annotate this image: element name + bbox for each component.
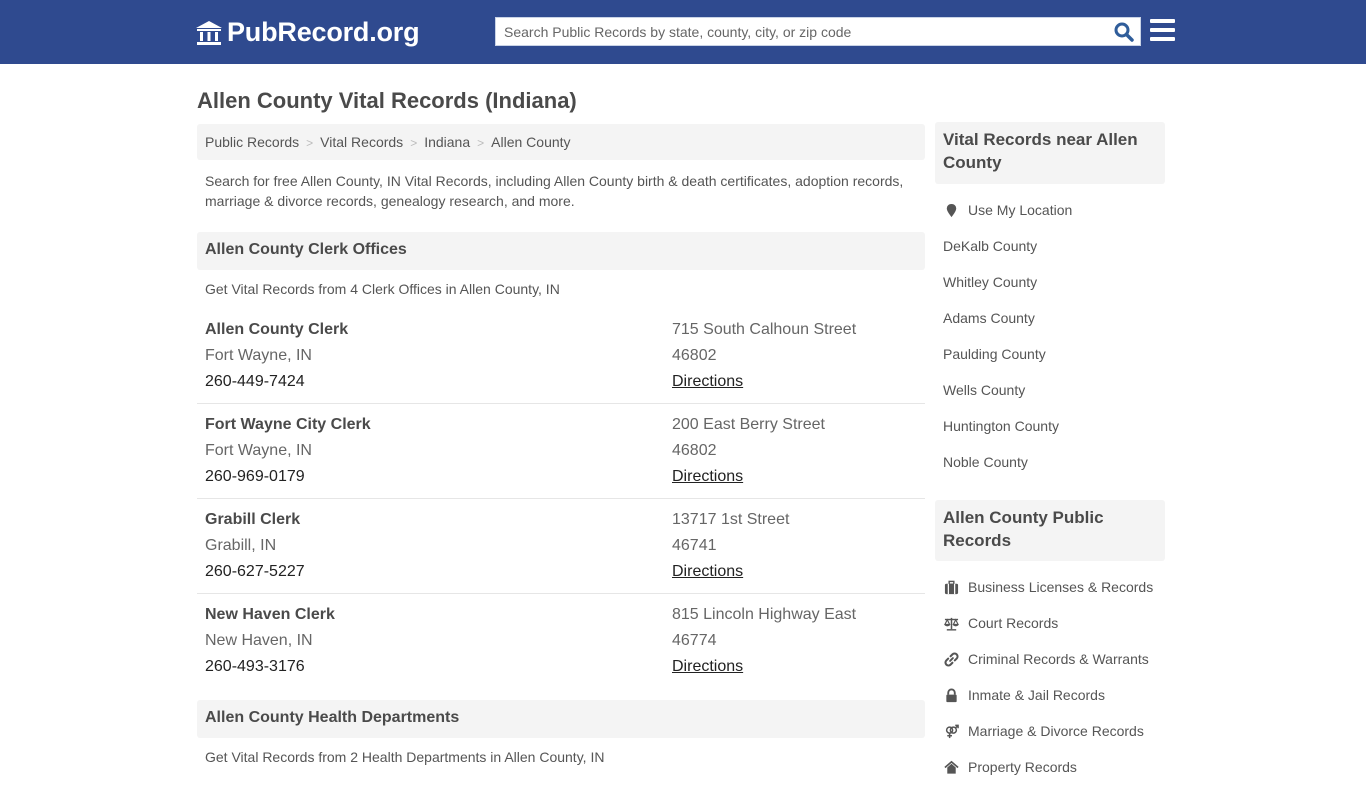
nearby-county-link[interactable]: Wells County: [943, 372, 1165, 408]
clerk-offices-heading: Allen County Clerk Offices: [197, 232, 925, 270]
office-phone[interactable]: 260-493-3176: [205, 654, 335, 680]
top-navbar: PubRecord.org: [0, 0, 1366, 64]
map-marker-icon: [943, 202, 960, 218]
office-name[interactable]: Fort Wayne City Clerk: [205, 412, 371, 438]
office-list-item: Grabill Clerk Grabill, IN 260-627-5227 1…: [197, 499, 925, 594]
nearby-county-link[interactable]: Huntington County: [943, 408, 1165, 444]
property-records-link[interactable]: Property Records: [943, 749, 1165, 785]
public-records-heading: Allen County Public Records: [935, 500, 1165, 561]
menu-bar: [1150, 19, 1175, 23]
office-address: 200 East Berry Street: [672, 416, 825, 433]
directions-link[interactable]: Directions: [672, 559, 789, 585]
hamburger-menu-button[interactable]: [1150, 19, 1175, 41]
office-phone[interactable]: 260-969-0179: [205, 464, 371, 490]
office-city: Fort Wayne, IN: [205, 347, 312, 364]
balance-scale-icon: [943, 615, 960, 631]
public-records-list: Business Licenses & Records Court Record…: [943, 569, 1165, 785]
nearby-county-link[interactable]: Whitley County: [943, 264, 1165, 300]
breadcrumb-separator: >: [306, 136, 314, 150]
office-name[interactable]: Grabill Clerk: [205, 507, 305, 533]
breadcrumb-separator: >: [410, 136, 418, 150]
brand-logo-link[interactable]: PubRecord.org: [195, 17, 420, 48]
marriage-divorce-records-label: Marriage & Divorce Records: [968, 723, 1144, 739]
directions-link[interactable]: Directions: [672, 654, 856, 680]
court-records-link[interactable]: Court Records: [943, 605, 1165, 641]
nearby-list: Use My Location DeKalb County Whitley Co…: [943, 192, 1165, 480]
search-input[interactable]: [496, 18, 1096, 45]
search-button[interactable]: [1112, 21, 1136, 43]
office-city: Fort Wayne, IN: [205, 442, 312, 459]
nearby-county-link[interactable]: Paulding County: [943, 336, 1165, 372]
clerk-offices-subtitle: Get Vital Records from 4 Clerk Offices i…: [205, 281, 560, 297]
office-address: 815 Lincoln Highway East: [672, 606, 857, 623]
menu-bar: [1150, 28, 1175, 32]
office-zip: 46802: [672, 442, 717, 459]
office-list-item: Allen County Clerk Fort Wayne, IN 260-44…: [197, 309, 925, 404]
inmate-jail-records-label: Inmate & Jail Records: [968, 687, 1105, 703]
breadcrumb-allen-county[interactable]: Allen County: [491, 134, 570, 150]
nearby-county-link[interactable]: DeKalb County: [943, 228, 1165, 264]
office-list-item: New Haven Clerk New Haven, IN 260-493-31…: [197, 594, 925, 689]
office-city: New Haven, IN: [205, 632, 313, 649]
search-box: [495, 17, 1141, 46]
health-departments-heading: Allen County Health Departments: [197, 700, 925, 738]
marriage-divorce-records-link[interactable]: Marriage & Divorce Records: [943, 713, 1165, 749]
inmate-jail-records-link[interactable]: Inmate & Jail Records: [943, 677, 1165, 713]
breadcrumb: Public Records > Vital Records > Indiana > All…: [197, 124, 925, 160]
office-name[interactable]: New Haven Clerk: [205, 602, 335, 628]
breadcrumb-separator: >: [477, 136, 485, 150]
page-title: Allen County Vital Records (Indiana): [197, 88, 577, 113]
health-departments-subtitle: Get Vital Records from 2 Health Departme…: [205, 749, 605, 765]
office-zip: 46774: [672, 632, 717, 649]
menu-bar: [1150, 37, 1175, 41]
lock-icon: [943, 687, 960, 703]
nearby-county-link[interactable]: Noble County: [943, 444, 1165, 480]
nearby-heading: Vital Records near Allen County: [935, 122, 1165, 184]
use-my-location-link[interactable]: Use My Location: [943, 192, 1165, 228]
office-phone[interactable]: 260-627-5227: [205, 559, 305, 585]
brand-name: PubRecord.org: [227, 17, 420, 47]
business-licenses-link[interactable]: Business Licenses & Records: [943, 569, 1165, 605]
office-city: Grabill, IN: [205, 537, 277, 554]
courthouse-icon: [196, 20, 222, 45]
office-list-item: Fort Wayne City Clerk Fort Wayne, IN 260…: [197, 404, 925, 499]
court-records-label: Court Records: [968, 615, 1059, 631]
office-phone[interactable]: 260-449-7424: [205, 369, 348, 395]
breadcrumb-indiana[interactable]: Indiana: [424, 134, 470, 150]
office-address: 13717 1st Street: [672, 511, 790, 528]
briefcase-icon: [943, 579, 960, 595]
criminal-records-link[interactable]: Criminal Records & Warrants: [943, 641, 1165, 677]
office-address: 715 South Calhoun Street: [672, 321, 857, 338]
office-zip: 46802: [672, 347, 717, 364]
breadcrumb-public-records[interactable]: Public Records: [205, 134, 299, 150]
home-icon: [943, 759, 960, 775]
venus-mars-icon: [943, 723, 960, 739]
breadcrumb-vital-records[interactable]: Vital Records: [320, 134, 403, 150]
property-records-label: Property Records: [968, 759, 1077, 775]
office-zip: 46741: [672, 537, 717, 554]
intro-text: Search for free Allen County, IN Vital R…: [205, 173, 904, 209]
search-icon: [1114, 22, 1134, 42]
directions-link[interactable]: Directions: [672, 464, 825, 490]
use-my-location-label: Use My Location: [968, 202, 1073, 218]
business-licenses-label: Business Licenses & Records: [968, 579, 1154, 595]
directions-link[interactable]: Directions: [672, 369, 856, 395]
criminal-records-label: Criminal Records & Warrants: [968, 651, 1149, 667]
office-name[interactable]: Allen County Clerk: [205, 317, 348, 343]
nearby-county-link[interactable]: Adams County: [943, 300, 1165, 336]
link-icon: [943, 651, 960, 667]
